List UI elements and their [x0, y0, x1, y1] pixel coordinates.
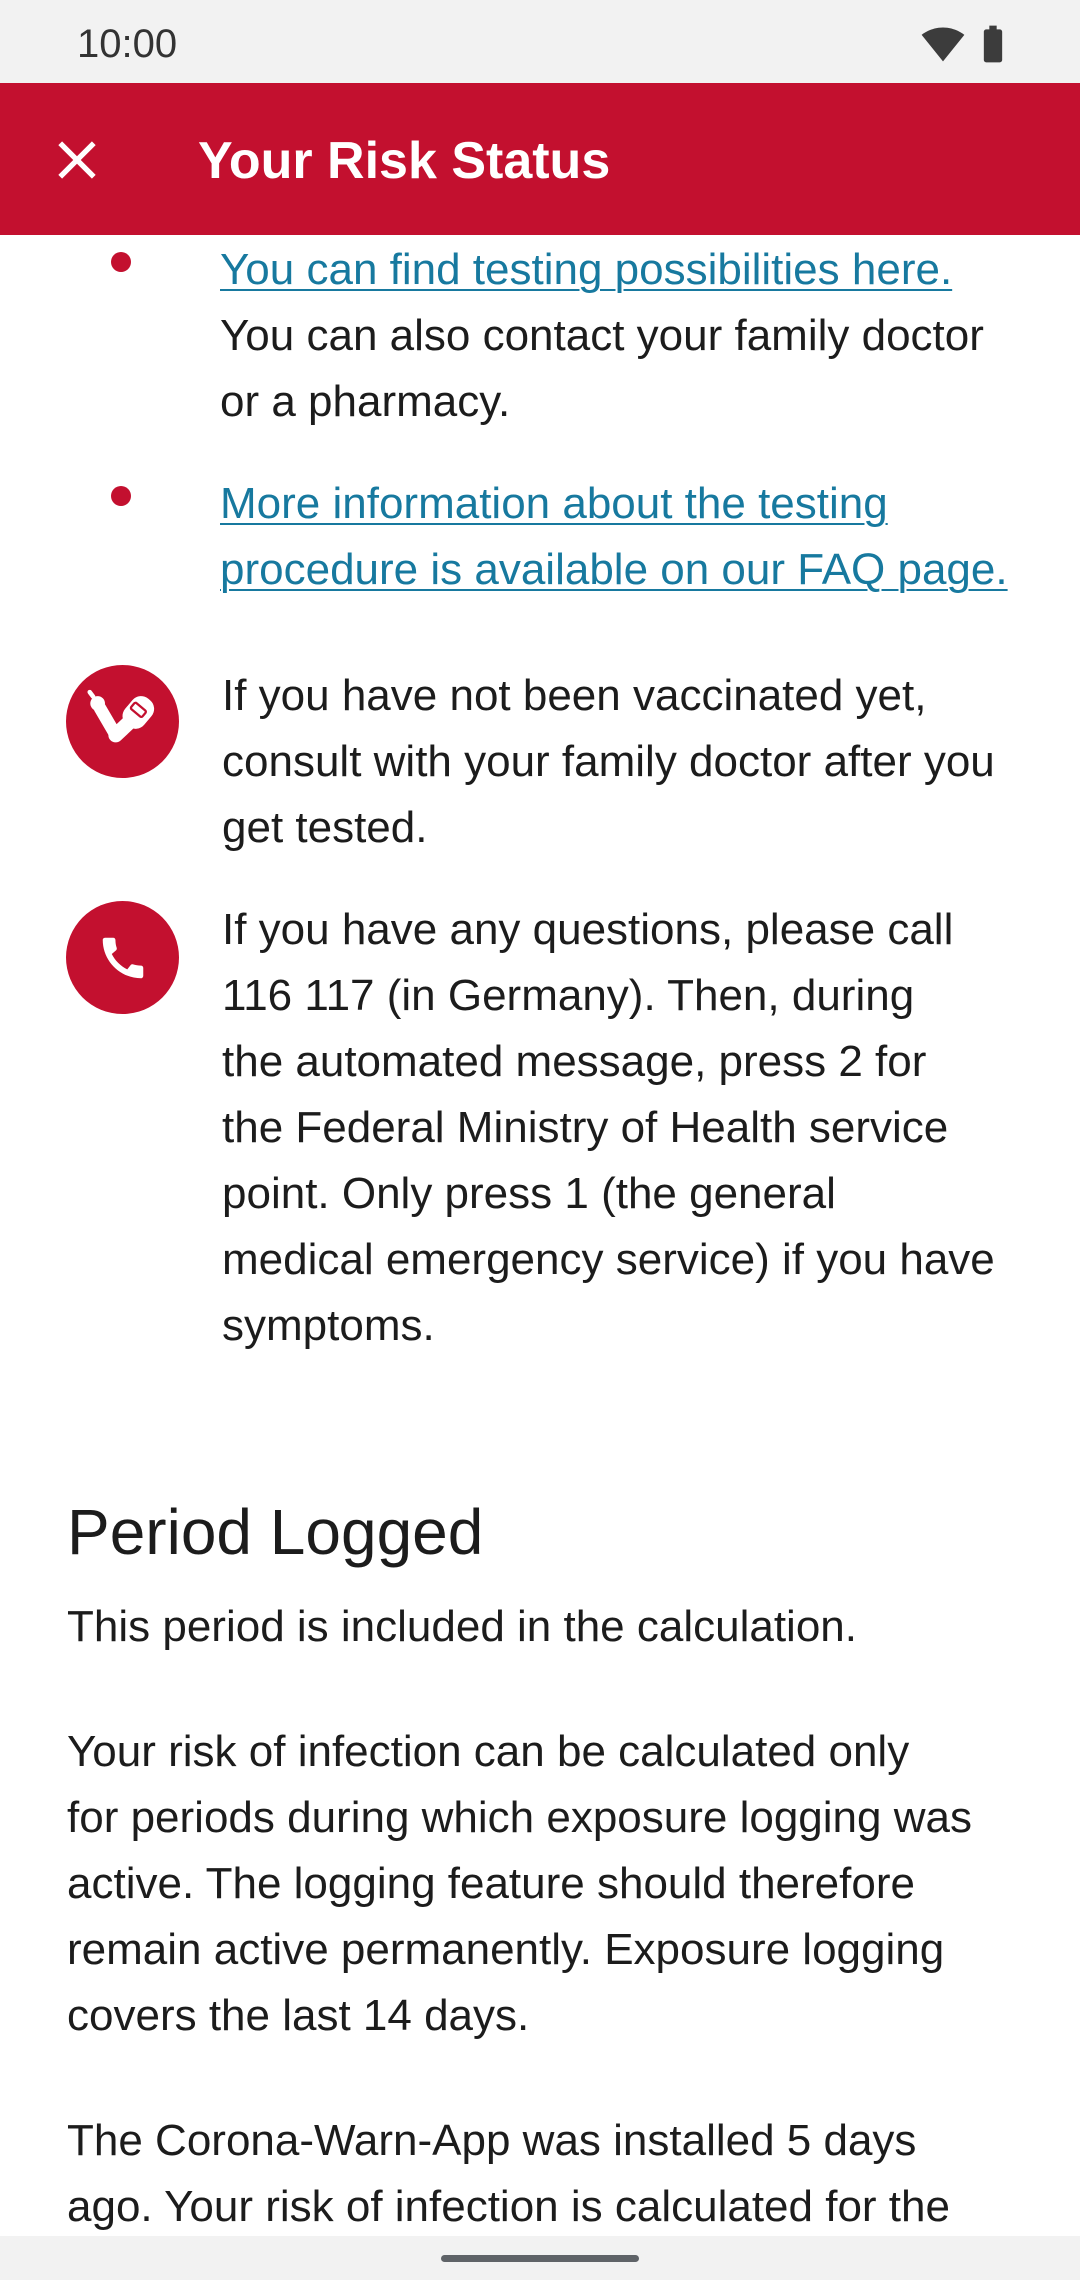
testing-list-item: More information about the testing proce…	[220, 471, 1008, 603]
link-text-line[interactable]: You can find testing possibilities here.	[220, 237, 984, 303]
scroll-content[interactable]: You can find testing possibilities here.…	[0, 235, 1080, 2236]
advice-text-line: symptoms.	[222, 1301, 435, 1350]
paragraph-line: for periods during which exposure loggin…	[67, 1793, 972, 1842]
screen: 10:00 Your Risk Status You can find test…	[0, 0, 1080, 2280]
advice-text-line: If you have any questions, please call	[222, 905, 954, 954]
paragraph-line: Your risk of infection can be calculated…	[67, 1727, 910, 1776]
paragraph-line: active. The logging feature should there…	[67, 1859, 915, 1908]
testing-text-line: or a pharmacy.	[220, 377, 511, 426]
testing-possibilities-link[interactable]: You can find testing possibilities here.	[220, 237, 984, 303]
advice-text-line: 116 117 (in Germany). Then, during	[222, 971, 915, 1020]
advice-text-line: If you have not been vaccinated yet,	[222, 671, 927, 720]
period-logged-status: This period is included in the calculati…	[67, 1594, 857, 1660]
battery-icon	[971, 22, 1015, 66]
paragraph-line: ago. Your risk of infection is calculate…	[67, 2182, 950, 2231]
testing-list-item: You can find testing possibilities here.…	[220, 237, 984, 435]
link-text-line[interactable]: More information about the testing	[220, 471, 1008, 537]
paragraph-line: The Corona-Warn-App was installed 5 days	[67, 2116, 917, 2165]
app-bar: Your Risk Status	[0, 83, 1080, 235]
status-text-line: This period is included in the calculati…	[67, 1602, 858, 1651]
advice-text-line: the Federal Ministry of Health service	[222, 1103, 949, 1152]
period-logged-explanation: Your risk of infection can be calculated…	[67, 1719, 972, 2049]
vaccination-icon	[66, 665, 179, 778]
advice-text-line: get tested.	[222, 803, 428, 852]
phone-icon	[66, 901, 179, 1014]
status-bar: 10:00	[0, 0, 1080, 83]
installation-info: The Corona-Warn-App was installed 5 days…	[67, 2108, 950, 2236]
faq-link[interactable]: More information about the testing proce…	[220, 471, 1008, 603]
testing-text-line: You can also contact your family doctor	[220, 311, 984, 360]
status-time: 10:00	[77, 22, 178, 66]
close-button[interactable]	[33, 116, 121, 204]
home-gesture-handle[interactable]	[441, 2255, 639, 2262]
advice-text-line: medical emergency service) if you have	[222, 1235, 995, 1284]
hotline-advice: If you have any questions, please call 1…	[222, 897, 995, 1359]
wifi-icon	[921, 22, 965, 66]
advice-text-line: consult with your family doctor after yo…	[222, 737, 995, 786]
link-text-line[interactable]: procedure is available on our FAQ page.	[220, 537, 1008, 603]
period-logged-heading: Period Logged	[67, 1496, 484, 1568]
page-title: Your Risk Status	[198, 132, 611, 190]
paragraph-line: remain active permanently. Exposure logg…	[67, 1925, 945, 1974]
gesture-navigation-bar	[0, 2236, 1080, 2280]
bullet-dot	[111, 486, 131, 506]
bullet-dot	[111, 252, 131, 272]
advice-text-line: point. Only press 1 (the general	[222, 1169, 836, 1218]
vaccination-advice: If you have not been vaccinated yet, con…	[222, 663, 995, 861]
advice-text-line: the automated message, press 2 for	[222, 1037, 927, 1086]
close-icon[interactable]	[45, 128, 109, 192]
paragraph-line: covers the last 14 days.	[67, 1991, 530, 2040]
